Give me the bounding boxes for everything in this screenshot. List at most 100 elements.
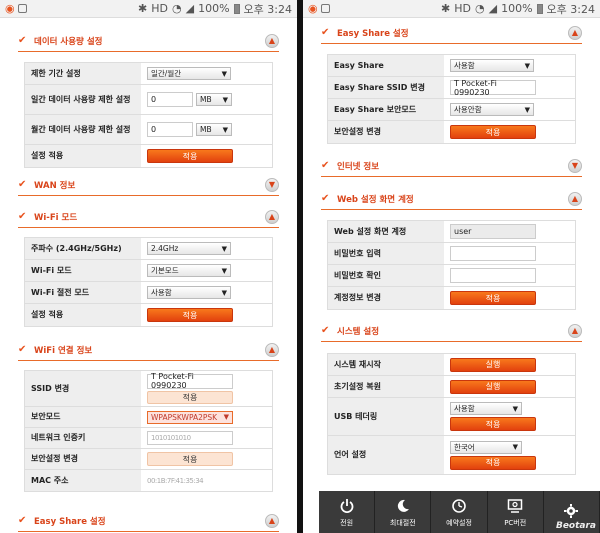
label: 네트워크 인증키 [25, 428, 141, 448]
monitor-search-icon [506, 497, 524, 515]
section-wan[interactable]: ✔ WAN 정보 ▼ [18, 174, 279, 196]
status-bar: ◉ ✱ HD ◔ ◢ 100% 오후 3:24 [0, 0, 297, 18]
collapse-toggle[interactable]: ▲ [265, 33, 279, 48]
wifi-mode-select[interactable]: 기본모드 ▼ [147, 264, 231, 277]
battery-percent: 100% [198, 2, 230, 15]
schedule-button[interactable]: 예약설정 [431, 491, 488, 533]
hd-badge: HD [151, 2, 169, 15]
check-icon: ✔ [18, 344, 27, 355]
label: 일간 데이터 사용량 제한 설정 [25, 85, 141, 114]
right-screen: ◉ ✱ HD ◔ ◢ 100% 오후 3:24 ✔ Easy Share 설정 … [303, 0, 600, 533]
easy-ssid-input[interactable]: T Pocket-Fi 0990230 [450, 79, 536, 97]
bluetooth-icon: ✱ [138, 2, 148, 15]
hd-badge: HD [454, 2, 472, 15]
security-mode-select[interactable]: WPAPSKWPA2PSK ▼ [147, 410, 233, 424]
factory-reset-button[interactable]: 실행 [450, 379, 536, 394]
wifi-icon: ◔ [172, 2, 182, 15]
signal-icon: ◢ [185, 2, 195, 15]
label: 월간 데이터 사용량 제한 설정 [25, 115, 141, 144]
collapse-toggle[interactable]: ▲ [265, 513, 279, 528]
monthly-limit-input[interactable]: 0 [147, 122, 193, 137]
network-key-input[interactable]: 1010101010 [147, 431, 233, 445]
easy-security-select[interactable]: 사용안함 ▼ [450, 103, 534, 116]
clock-icon [450, 497, 468, 515]
password-confirm-input[interactable] [450, 268, 536, 283]
label: MAC 주소 [25, 470, 141, 491]
label: 시스템 재시작 [328, 354, 444, 375]
apply-button[interactable]: 적용 [450, 125, 536, 139]
label: Easy Share [328, 55, 444, 76]
section-title: 인터넷 정보 [337, 161, 380, 172]
daily-unit-select[interactable]: MB ▼ [196, 93, 232, 106]
wifi-mode-table: 주파수 (2.4GHz/5GHz) 2.4GHz ▼ Wi-Fi 모드 기본모드 ▼ W… [24, 237, 273, 327]
label: 제한 기간 설정 [25, 63, 141, 84]
section-system[interactable]: ✔ 시스템 설정 ▲ [321, 320, 582, 342]
watermark: Beotara [555, 521, 596, 531]
language-apply-button[interactable]: 적용 [450, 455, 536, 470]
label: 설정 적용 [25, 304, 141, 326]
section-web-account[interactable]: ✔ Web 설정 화면 계정 ▲ [321, 188, 582, 210]
left-screen: ◉ ✱ HD ◔ ◢ 100% 오후 3:24 ✔ 데이터 사용량 설정 ▲ 제… [0, 0, 297, 533]
ssid-apply-button[interactable]: 적용 [147, 390, 233, 404]
section-internet[interactable]: ✔ 인터넷 정보 ▼ [321, 155, 582, 177]
daily-limit-input[interactable]: 0 [147, 92, 193, 107]
section-title: Easy Share 설정 [34, 516, 106, 527]
power-button[interactable]: 전원 [319, 491, 376, 533]
easy-share-table: Easy Share 사용함 ▼ Easy Share SSID 변경 T Pocke… [327, 54, 576, 144]
frequency-select[interactable]: 2.4GHz ▼ [147, 242, 231, 255]
gear-icon [562, 502, 580, 520]
check-icon: ✔ [321, 325, 330, 336]
usb-tethering-select[interactable]: 사용함 ▼ [450, 402, 522, 415]
ssid-input[interactable]: T Pocket-Fi 0990230 [147, 372, 233, 390]
collapse-toggle[interactable]: ▲ [568, 25, 582, 40]
section-easy-share[interactable]: ✔ Easy Share 설정 ▲ [321, 22, 582, 44]
section-title: Easy Share 설정 [337, 28, 409, 39]
apply-button[interactable]: 적용 [147, 308, 233, 322]
section-title: Web 설정 화면 계정 [337, 194, 414, 205]
apply-button[interactable]: 적용 [450, 291, 536, 305]
check-icon: ✔ [18, 515, 27, 526]
battery-icon [536, 3, 543, 14]
section-wifi-connection[interactable]: ✔ WiFi 연결 정보 ▲ [18, 339, 279, 361]
check-icon: ✔ [321, 193, 330, 204]
expand-toggle[interactable]: ▼ [265, 177, 279, 192]
collapse-toggle[interactable]: ▲ [568, 323, 582, 338]
section-data-usage[interactable]: ✔ 데이터 사용량 설정 ▲ [18, 30, 279, 52]
apply-button[interactable]: 적용 [147, 149, 233, 163]
label: 계정정보 변경 [328, 287, 444, 309]
label: 보안모드 [25, 407, 141, 427]
label: SSID 변경 [25, 371, 141, 406]
language-select[interactable]: 한국어 ▼ [450, 440, 522, 454]
app-icon: ◉ [5, 2, 15, 15]
check-icon: ✔ [18, 179, 27, 190]
period-select[interactable]: 일간/월간 ▼ [147, 67, 231, 80]
data-usage-table: 제한 기간 설정 일간/월간 ▼ 일간 데이터 사용량 제한 설정 0 MB ▼ 월간 데… [24, 62, 273, 168]
clock: 오후 3:24 [546, 2, 595, 16]
label: 주파수 (2.4GHz/5GHz) [25, 238, 141, 259]
section-wifi-mode[interactable]: ✔ Wi-Fi 모드 ▲ [18, 206, 279, 228]
check-icon: ✔ [18, 211, 27, 222]
label: 보안설정 변경 [25, 449, 141, 469]
account-input[interactable]: user [450, 224, 536, 239]
section-title: Wi-Fi 모드 [34, 212, 78, 223]
deep-sleep-button[interactable]: 최대절전 [375, 491, 432, 533]
pc-version-button[interactable]: PC버전 [488, 491, 544, 533]
section-easy-share[interactable]: ✔ Easy Share 설정 ▲ [18, 510, 279, 532]
usb-apply-button[interactable]: 적용 [450, 417, 536, 431]
section-title: 시스템 설정 [337, 326, 380, 337]
security-apply-button[interactable]: 적용 [147, 452, 233, 466]
collapse-toggle[interactable]: ▲ [265, 209, 279, 224]
monthly-unit-select[interactable]: MB ▼ [196, 123, 232, 136]
system-table: 시스템 재시작 실행 초기설정 복원 실행 USB 테더링 사용함 ▼ 적용 언어 설정 한… [327, 353, 576, 475]
collapse-toggle[interactable]: ▲ [265, 342, 279, 357]
expand-toggle[interactable]: ▼ [568, 158, 582, 173]
collapse-toggle[interactable]: ▲ [568, 191, 582, 206]
label: Wi-Fi 모드 [25, 260, 141, 281]
power-save-select[interactable]: 사용함 ▼ [147, 286, 231, 299]
signal-icon: ◢ [488, 2, 498, 15]
wifi-icon: ◔ [475, 2, 485, 15]
easy-share-select[interactable]: 사용함 ▼ [450, 59, 534, 72]
restart-button[interactable]: 실행 [450, 357, 536, 372]
wifi-connection-table: SSID 변경 T Pocket-Fi 0990230 적용 보안모드 WPAPSKW… [24, 370, 273, 492]
password-input[interactable] [450, 246, 536, 261]
